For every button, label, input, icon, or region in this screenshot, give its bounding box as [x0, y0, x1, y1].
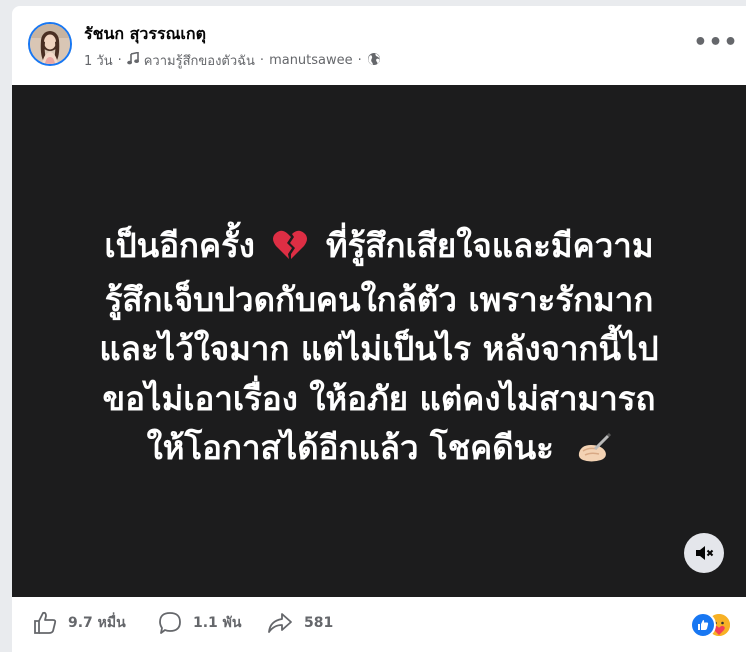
author-avatar[interactable] — [28, 22, 72, 66]
meta-separator: · — [357, 53, 362, 68]
globe-icon[interactable] — [367, 52, 381, 70]
post-footer: 9.7 หมื่น 1.1 พัน 581 — [12, 597, 746, 652]
song-title[interactable]: ความรู้สึกของตัวฉัน — [144, 50, 255, 71]
quote-line-2: รู้สึกเจ็บปวดกับคนใกล้ตัว เพราะรักมาก — [104, 279, 654, 319]
post-card: รัชนก สุวรรณเกตุ 1 วัน · ความรู้สึกของตั… — [12, 6, 746, 652]
share-button[interactable]: 581 — [266, 609, 333, 637]
music-note-icon — [126, 51, 139, 69]
like-button[interactable]: 9.7 หมื่น — [32, 609, 126, 637]
comment-icon — [159, 612, 181, 634]
quote-line-1-b: ที่รู้สึกเสียใจและมีความ — [325, 226, 654, 265]
quote-line-1-a: เป็นอีกครั้ง — [104, 226, 255, 265]
avatar-photo — [30, 24, 70, 64]
quote-line-3: และไว้ใจมาก แต่ไม่เป็นไร หลังจากนี้ไป — [99, 329, 659, 368]
share-icon — [268, 613, 292, 633]
meta-separator: · — [117, 53, 122, 68]
more-options-button[interactable]: ••• — [693, 30, 737, 55]
mute-button[interactable] — [684, 533, 724, 573]
writing-hand-icon — [575, 429, 612, 479]
quote-line-5: ให้โอกาสได้อีกแล้ว โชคดีนะ — [22, 423, 736, 479]
like-icon — [34, 611, 57, 634]
post-time[interactable]: 1 วัน — [84, 50, 113, 71]
quote-line-1: เป็นอีกครั้ง ที่รู้สึกเสียใจและมีความ — [22, 221, 736, 275]
like-count: 9.7 หมื่น — [68, 615, 126, 631]
broken-heart-icon — [272, 225, 308, 275]
post-header: รัชนก สุวรรณเกตุ 1 วัน · ความรู้สึกของตั… — [12, 6, 746, 84]
comment-count: 1.1 พัน — [193, 615, 242, 631]
post-media[interactable]: เป็นอีกครั้ง ที่รู้สึกเสียใจและมีความ รู… — [12, 85, 746, 597]
song-artist[interactable]: manutsawee — [269, 53, 353, 68]
speaker-mute-icon — [696, 546, 714, 560]
reaction-summary[interactable] — [690, 610, 732, 638]
author-name[interactable]: รัชนก สุวรรณเกตุ — [84, 22, 206, 47]
post-meta: 1 วัน · ความรู้สึกของตัวฉัน · manutsawee… — [84, 50, 381, 71]
quote-line-5-text: ให้โอกาสได้อีกแล้ว โชคดีนะ — [146, 428, 554, 467]
post-quote-text: เป็นอีกครั้ง ที่รู้สึกเสียใจและมีความ รู… — [22, 221, 736, 479]
share-count: 581 — [304, 615, 334, 631]
quote-line-4: ขอไม่เอาเรื่อง ให้อภัย แต่คงไม่สามารถ — [102, 378, 656, 418]
like-reaction-icon — [690, 612, 716, 638]
comment-button[interactable]: 1.1 พัน — [157, 609, 241, 637]
meta-separator: · — [259, 53, 265, 68]
